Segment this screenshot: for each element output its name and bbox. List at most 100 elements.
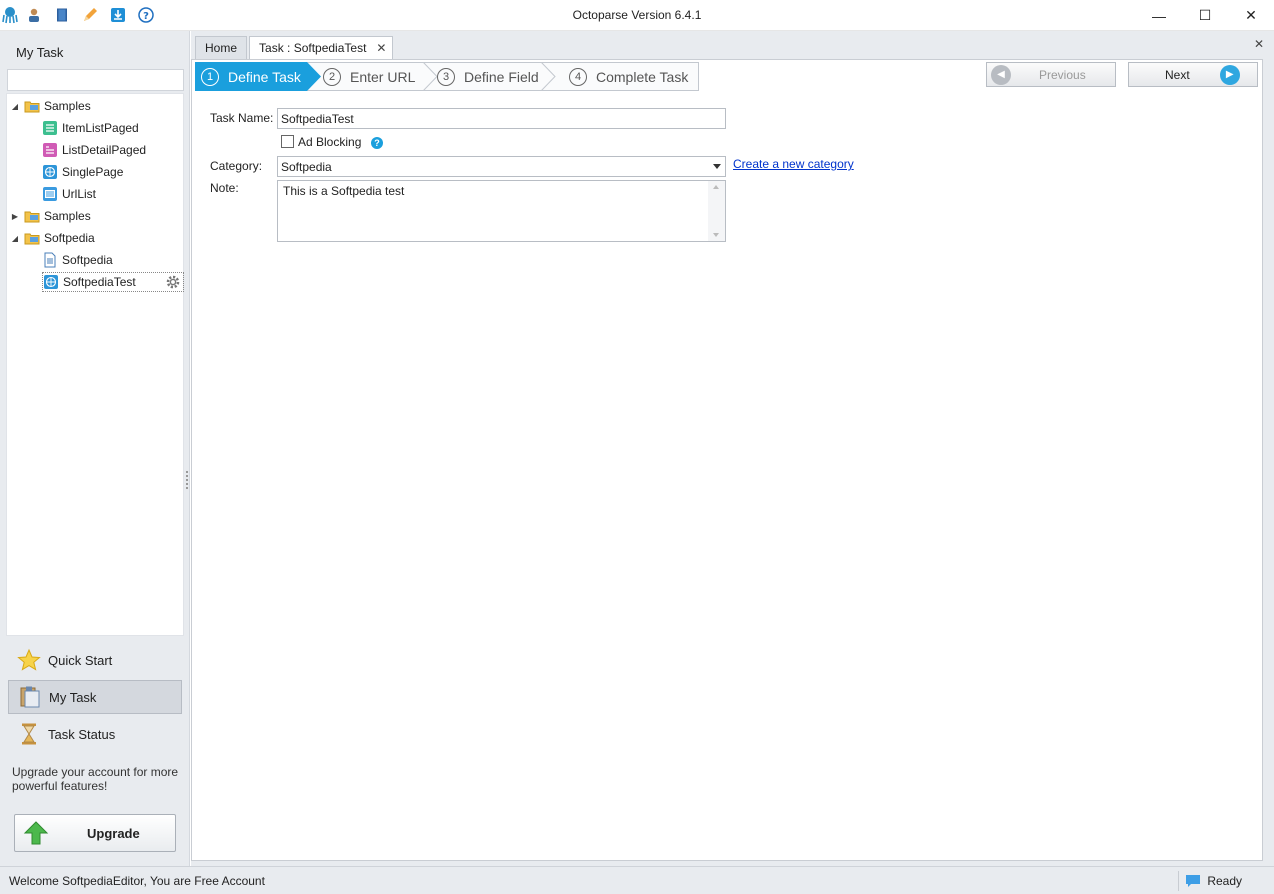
expand-arrow-icon[interactable]: ◢: [10, 228, 20, 248]
dropdown-arrow-icon: [713, 164, 721, 169]
next-label: Next: [1165, 67, 1190, 82]
nav-label: My Task: [49, 689, 97, 705]
note-value: This is a Softpedia test: [283, 184, 405, 198]
detail-task-icon: [42, 142, 58, 158]
panel-splitter[interactable]: [186, 471, 189, 489]
gear-icon[interactable]: [164, 272, 182, 292]
task-tree: ◢ Samples ItemListPaged ListDetailPaged: [6, 93, 184, 636]
tree-folder-samples-2[interactable]: Samples: [24, 206, 91, 226]
document-icon: [42, 252, 58, 268]
list-task-icon: [42, 120, 58, 136]
step-define-field[interactable]: 3 Define Field: [431, 62, 539, 91]
tree-item-softpedia[interactable]: Softpedia: [42, 250, 113, 270]
tab-close-icon[interactable]: ✕: [376, 41, 386, 55]
ad-blocking-label: Ad Blocking: [298, 135, 362, 149]
step-define-task[interactable]: 1 Define Task: [195, 62, 301, 91]
step-number: 2: [323, 67, 341, 86]
tab-task-softpediatest[interactable]: Task : SoftpediaTest ✕: [249, 36, 394, 59]
upgrade-message: Upgrade your account for more powerful f…: [12, 765, 179, 793]
tab-bar: Home Task : SoftpediaTest ✕: [195, 36, 395, 59]
step-label: Define Task: [228, 68, 301, 85]
upgrade-label: Upgrade: [87, 825, 140, 841]
left-panel: My Task ◢ Samples ItemListPaged ListDeta…: [0, 31, 190, 866]
status-separator: [1178, 871, 1179, 891]
maximize-button[interactable]: ☐: [1182, 0, 1228, 31]
welcome-text: Welcome SoftpediaEditor, You are Free Ac…: [9, 874, 265, 888]
panel-title: My Task: [16, 45, 64, 60]
previous-button[interactable]: ◀ Previous: [986, 62, 1116, 87]
task-name-label: Task Name:: [210, 111, 274, 125]
nav-task-status[interactable]: Task Status: [8, 717, 182, 751]
nav-label: Quick Start: [48, 652, 113, 668]
note-label: Note:: [210, 181, 239, 195]
step-number: 1: [201, 67, 219, 86]
arrow-right-icon: ▶: [1219, 64, 1240, 85]
question-icon[interactable]: ?: [371, 137, 383, 149]
note-scrollbar[interactable]: [708, 181, 725, 241]
tab-label: Home: [205, 41, 238, 55]
close-button[interactable]: ✕: [1228, 0, 1274, 31]
minimize-button[interactable]: —: [1136, 0, 1182, 31]
tab-home[interactable]: Home: [195, 36, 248, 59]
category-select[interactable]: Softpedia: [277, 156, 726, 177]
tree-label: ItemListPaged: [62, 121, 139, 135]
task-search-input[interactable]: [7, 69, 184, 91]
scroll-up-icon: [713, 185, 719, 189]
task-content: 1 Define Task 2 Enter URL 3 Define Field…: [191, 59, 1263, 861]
tree-item-singlepage[interactable]: SinglePage: [42, 162, 123, 182]
globe-icon: [42, 164, 58, 180]
tree-item-urllist[interactable]: UrlList: [42, 184, 96, 204]
nav-my-task[interactable]: My Task: [8, 680, 182, 714]
next-button[interactable]: Next ▶: [1128, 62, 1258, 87]
tree-label: UrlList: [62, 187, 97, 201]
main-area: Home Task : SoftpediaTest ✕ ✕ 1 Define T…: [191, 31, 1274, 866]
chat-bubble-icon[interactable]: [1185, 874, 1201, 888]
title-bar: ? Octoparse Version 6.4.1 — ☐ ✕: [0, 0, 1274, 31]
scroll-down-icon: [713, 233, 719, 237]
step-label: Enter URL: [350, 68, 416, 85]
tree-item-softpediatest[interactable]: SoftpediaTest: [42, 272, 184, 292]
tree-label: Samples: [44, 209, 91, 223]
maximize-icon: ☐: [1198, 7, 1212, 23]
note-textarea[interactable]: This is a Softpedia test: [277, 180, 726, 242]
nav-label: Task Status: [48, 726, 116, 742]
folder-icon: [24, 208, 40, 224]
collapse-arrow-icon[interactable]: ▶: [10, 206, 20, 226]
status-bar: Welcome SoftpediaEditor, You are Free Ac…: [0, 866, 1274, 894]
close-all-tabs-icon[interactable]: ✕: [1254, 37, 1264, 51]
globe-icon: [43, 274, 59, 290]
status-state: Ready: [1207, 874, 1242, 888]
folder-icon: [24, 230, 40, 246]
wizard-steps: 1 Define Task 2 Enter URL 3 Define Field…: [195, 62, 699, 91]
tree-label: SoftpediaTest: [63, 275, 136, 289]
tree-folder-samples[interactable]: Samples: [24, 96, 91, 116]
step-complete-task[interactable]: 4 Complete Task: [563, 62, 688, 91]
url-list-icon: [42, 186, 58, 202]
tree-folder-softpedia[interactable]: Softpedia: [24, 228, 95, 248]
tree-item-listdetailpaged[interactable]: ListDetailPaged: [42, 140, 146, 160]
status-indicator: Ready: [1185, 874, 1242, 888]
tree-label: ListDetailPaged: [62, 143, 147, 157]
expand-arrow-icon[interactable]: ◢: [10, 96, 20, 116]
step-number: 3: [437, 67, 455, 86]
category-value: Softpedia: [281, 159, 332, 174]
ad-blocking-checkbox[interactable]: [281, 135, 294, 148]
hourglass-icon: [16, 721, 42, 747]
tree-label: Samples: [44, 99, 91, 113]
create-category-link[interactable]: Create a new category: [733, 157, 854, 171]
clipboard-icon: [17, 684, 43, 710]
close-icon: ✕: [1245, 7, 1257, 23]
previous-label: Previous: [1039, 67, 1086, 82]
step-label: Complete Task: [596, 68, 689, 85]
minimize-icon: —: [1152, 7, 1166, 24]
task-name-input[interactable]: SoftpediaTest: [277, 108, 726, 129]
tree-item-itemlistpaged[interactable]: ItemListPaged: [42, 118, 139, 138]
arrow-left-icon: ◀: [991, 64, 1011, 85]
category-label: Category:: [210, 159, 263, 173]
tree-label: Softpedia: [62, 253, 113, 267]
tab-label: Task : SoftpediaTest: [259, 41, 367, 55]
nav-quick-start[interactable]: Quick Start: [8, 643, 182, 677]
step-label: Define Field: [464, 68, 539, 85]
upgrade-button[interactable]: Upgrade: [14, 814, 176, 852]
step-enter-url[interactable]: 2 Enter URL: [317, 62, 415, 91]
